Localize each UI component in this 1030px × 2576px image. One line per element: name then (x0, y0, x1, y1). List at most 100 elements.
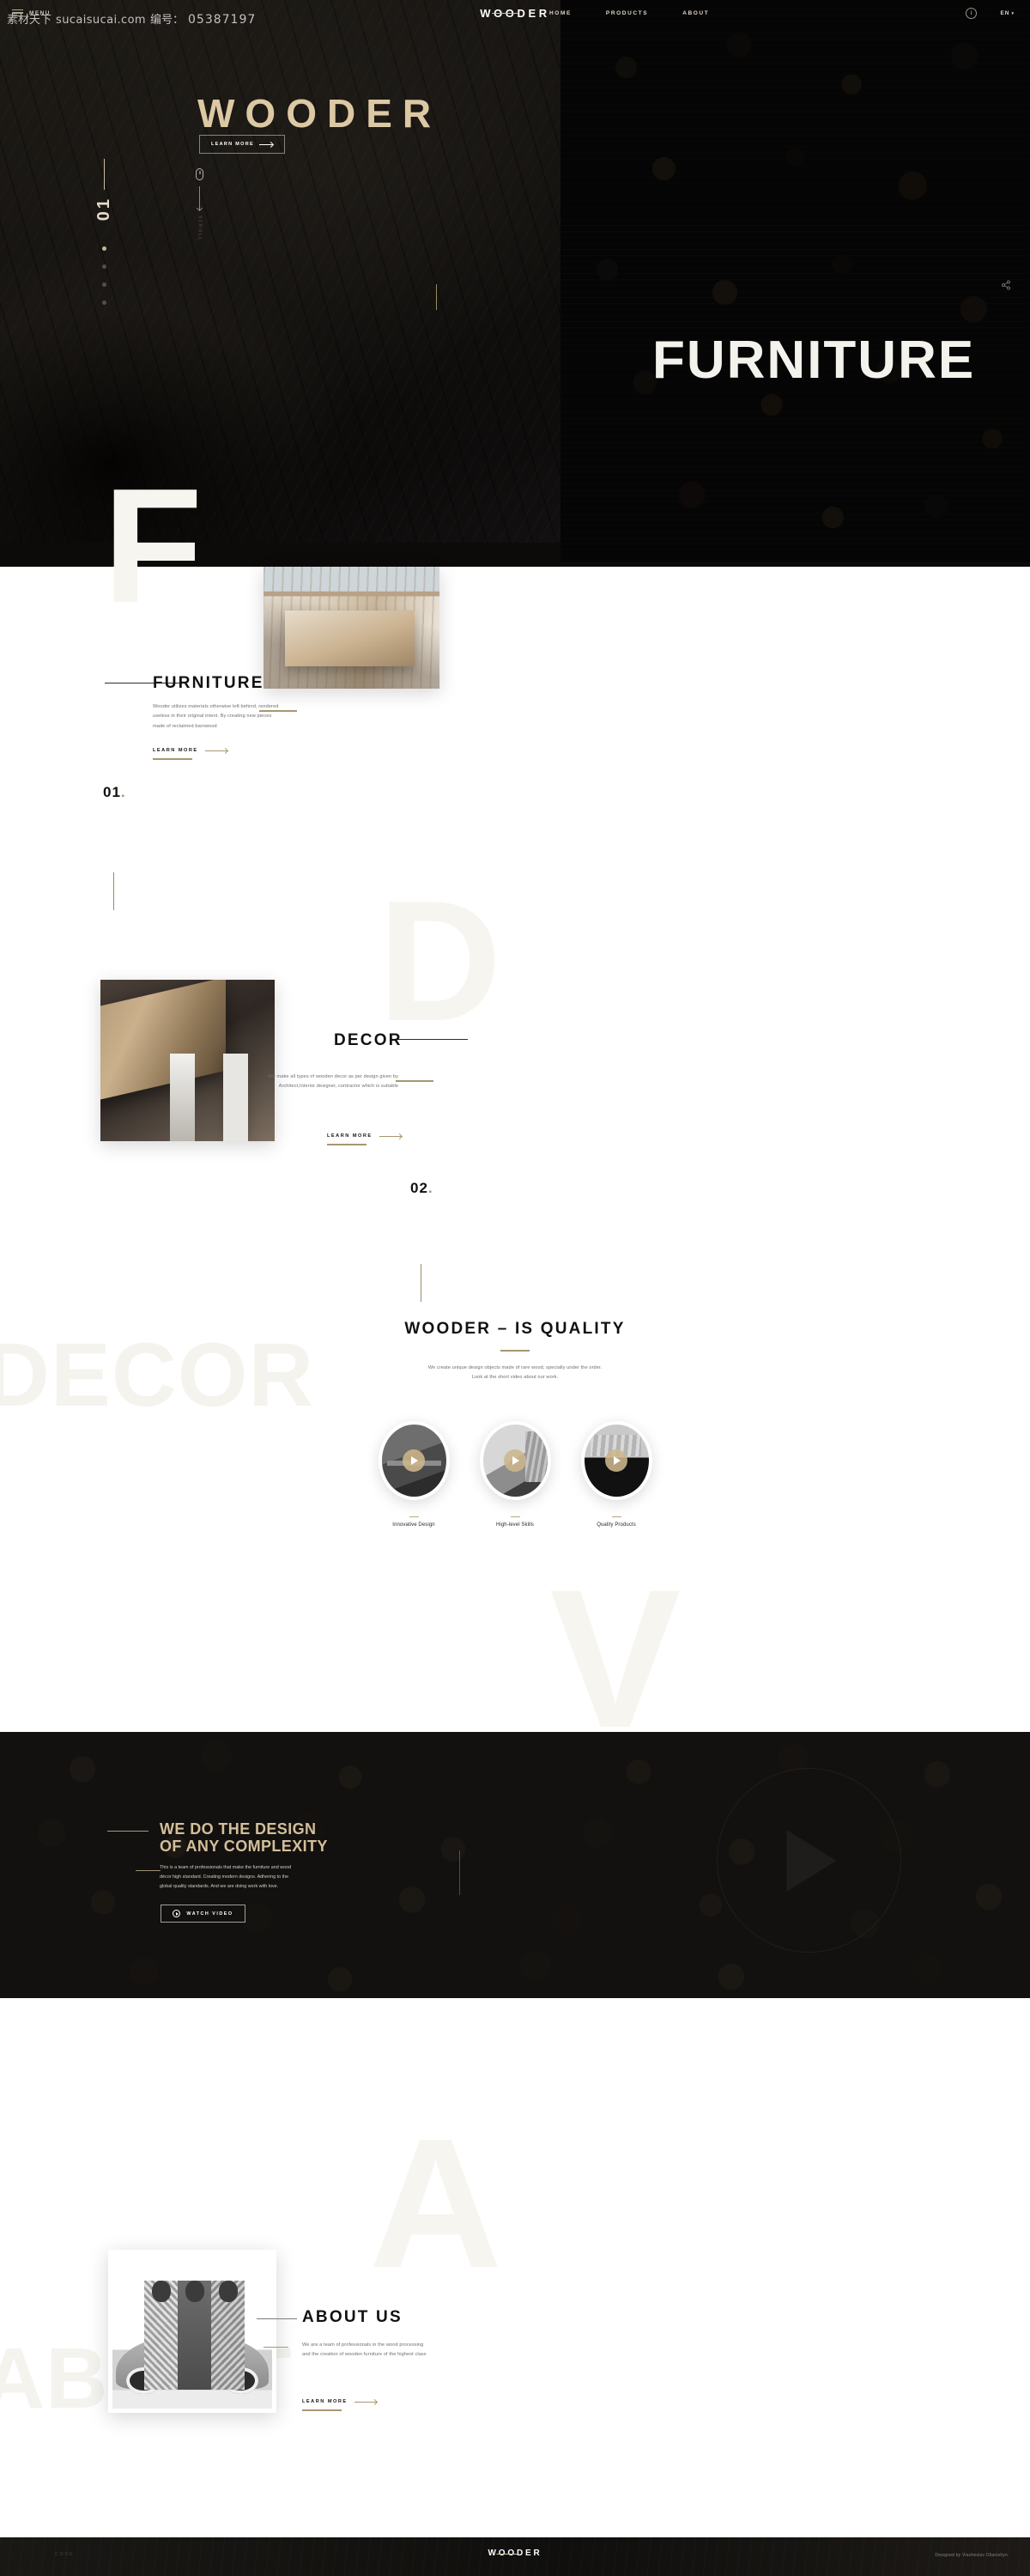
nav-item-products[interactable]: PRODUCTS (606, 10, 648, 16)
underline (302, 2409, 342, 2411)
about-paragraph: We are a team of professionals in the wo… (302, 2342, 427, 2358)
about-title-rule (257, 2318, 297, 2319)
chevron-down-icon: ▾ (1011, 10, 1015, 16)
main-nav: HOME PRODUCTS ABOUT (549, 10, 709, 16)
play-icon[interactable] (403, 1449, 425, 1472)
hero-dot-4[interactable] (102, 301, 106, 306)
arrow-right-icon (379, 1135, 402, 1137)
footer-logo[interactable]: WOODER (488, 2549, 542, 2558)
site-header: MENU W OO DER HOME PRODUCTS ABOUT i EN ▾ (0, 0, 1030, 26)
quality-card-high-level-skills[interactable]: High-level Skills (479, 1421, 551, 1528)
hero-counter-number: 01 (94, 197, 113, 222)
about-paragraph-rule (264, 2347, 288, 2348)
mouse-scroll-icon (196, 168, 203, 180)
arrow-right-icon (354, 2401, 377, 2403)
watermark-letter-v: V (549, 1548, 682, 1769)
watermark-letter-d: D (378, 866, 502, 1057)
complexity-title: WE DO THE DESIGN OF ANY COMPLEXITY (160, 1820, 328, 1855)
quality-title: WOODER – IS QUALITY (404, 1320, 626, 1338)
decor-learn-more[interactable]: LEARN MORE (327, 1126, 402, 1145)
decor-image (100, 980, 275, 1141)
quality-paragraph-line2: Look at the short video about our work. (471, 1375, 559, 1381)
complexity-title-line2: OF ANY COMPLEXITY (160, 1838, 328, 1856)
furniture-paragraph: Wooder utilizes materials otherwise left… (153, 704, 279, 729)
furniture-accent-line (113, 872, 114, 910)
watch-video-button[interactable]: WATCH VIDEO (161, 1905, 245, 1923)
decor-number: 02. (410, 1180, 433, 1197)
complexity-title-rule (107, 1831, 148, 1832)
scroll-label: SCROLL (197, 216, 203, 241)
hero-dot-1[interactable] (102, 246, 106, 252)
scroll-indicator[interactable]: SCROLL (196, 168, 203, 241)
watermark-letter-a: A (369, 2099, 503, 2306)
language-label: EN (1000, 9, 1010, 16)
hero-accent-tick (436, 284, 437, 310)
counter-line (104, 159, 105, 190)
hero-learn-more-button[interactable]: LEARN MORE (199, 135, 285, 154)
furniture-number: 01. (103, 784, 126, 801)
hero-image-right-firewood (560, 0, 1030, 562)
quality-card-label: Quality Products (597, 1522, 636, 1528)
about-learn-more-label: LEARN MORE (302, 2399, 348, 2404)
quality-card-label: Innovative Design (392, 1522, 435, 1528)
info-icon[interactable]: i (966, 7, 977, 19)
watermark-text-furniture: FURNITURE (652, 331, 976, 390)
about-learn-more[interactable]: LEARN MORE (302, 2391, 377, 2411)
footer-code-text: CODE (55, 2552, 75, 2557)
furniture-learn-more-label: LEARN MORE (153, 748, 198, 753)
quality-card-innovative-design[interactable]: Innovative Design (378, 1421, 450, 1528)
furniture-number-value: 01 (103, 784, 121, 800)
quality-card-quality-products[interactable]: Quality Products (580, 1421, 652, 1528)
nav-item-about[interactable]: ABOUT (682, 10, 709, 16)
share-icon[interactable] (1001, 279, 1011, 290)
decor-title: DECOR (334, 1031, 403, 1049)
complexity-section (0, 1732, 1030, 1998)
decor-paragraph: We make all types of wooden decor as per… (268, 1074, 398, 1090)
hero-learn-more-label: LEARN MORE (211, 142, 254, 147)
quality-video-cards: Innovative Design High-level Skills Qual… (0, 1421, 1030, 1528)
header-logo[interactable]: W OO DER (480, 7, 550, 20)
footer-credit: Designed by Viacheslav Olianishyn (935, 2553, 1008, 2558)
arrow-right-icon (204, 750, 227, 751)
furniture-number-dot: . (120, 784, 126, 800)
furniture-title: FURNITURE (153, 674, 264, 692)
complexity-paragraph-rule (136, 1870, 161, 1872)
underline (153, 758, 192, 760)
play-icon[interactable] (605, 1449, 627, 1472)
hero-slide-counter: 01 (94, 159, 114, 306)
menu-button[interactable]: MENU (12, 9, 51, 17)
hero-dot-3[interactable] (102, 283, 106, 288)
quality-paragraph-line1: We create unique design objects made of … (427, 1365, 603, 1370)
arrow-right-icon (258, 143, 273, 145)
menu-label: MENU (29, 9, 51, 16)
underline (327, 1144, 367, 1145)
about-image (108, 2250, 276, 2413)
hero-title: WOODER (197, 91, 442, 136)
hero-dot-2[interactable] (102, 264, 106, 270)
watermark-letter-f: F (103, 455, 203, 637)
quality-card-label: High-level Skills (495, 1522, 535, 1528)
hero-slide-dots[interactable] (94, 246, 114, 306)
complexity-paragraph: This is a team of professionals that mak… (160, 1865, 292, 1889)
quality-divider (500, 1350, 530, 1352)
language-selector[interactable]: EN ▾ (1000, 10, 1015, 16)
person-graphic (178, 2280, 212, 2391)
decor-number-dot: . (427, 1180, 433, 1196)
decor-learn-more-label: LEARN MORE (327, 1133, 373, 1139)
hero-image-left (0, 0, 560, 543)
complexity-accent-tick (459, 1850, 460, 1895)
hamburger-icon (12, 9, 23, 17)
furniture-learn-more[interactable]: LEARN MORE (153, 740, 227, 760)
person-graphic (211, 2280, 245, 2391)
divider (409, 1516, 419, 1518)
arrow-down-icon (199, 186, 200, 210)
watch-video-label: WATCH VIDEO (186, 1911, 233, 1917)
background-play-icon (717, 1768, 901, 1953)
about-title: ABOUT US (302, 2308, 403, 2326)
decor-paragraph-rule (396, 1080, 433, 1082)
play-icon[interactable] (504, 1449, 526, 1472)
divider (611, 1516, 621, 1518)
furniture-image (264, 567, 439, 689)
nav-item-home[interactable]: HOME (549, 10, 572, 16)
divider (510, 1516, 520, 1518)
